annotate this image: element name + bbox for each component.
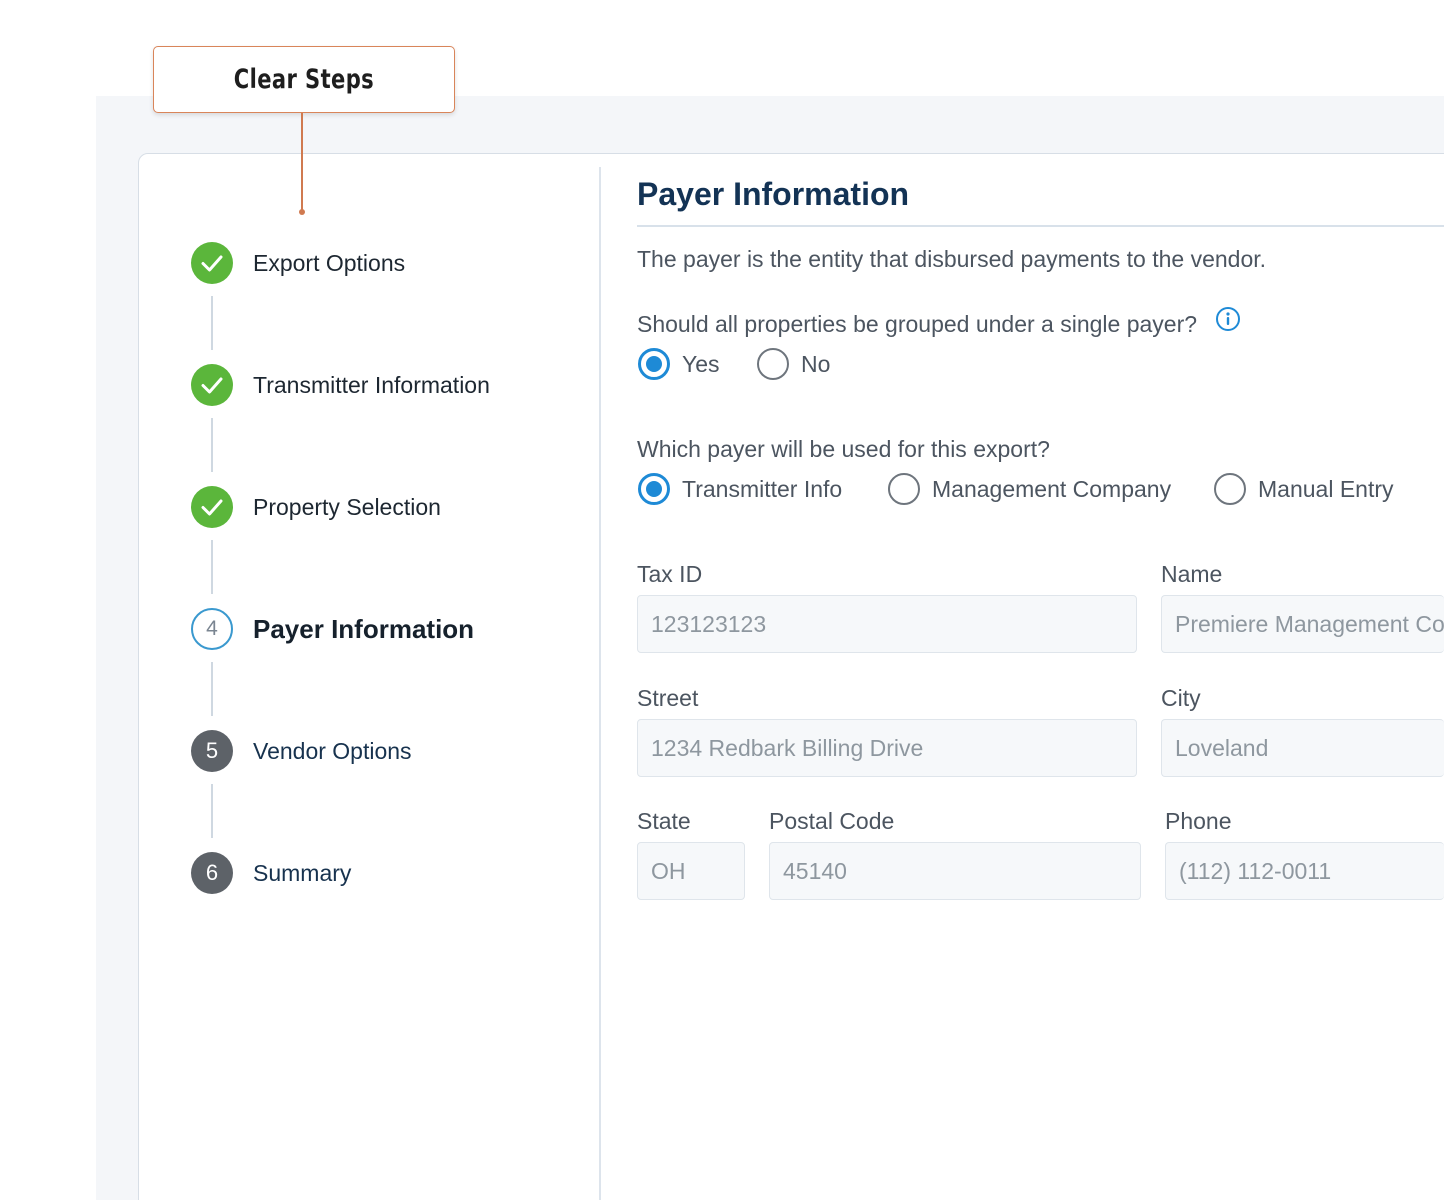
step-label: Transmitter Information bbox=[253, 371, 490, 398]
callout-anchor bbox=[299, 209, 305, 215]
radio-label: Management Company bbox=[932, 475, 1172, 502]
step-number-badge: 5 bbox=[191, 730, 233, 772]
radio-group-no[interactable]: No bbox=[757, 347, 830, 381]
name-label: Name bbox=[1161, 561, 1223, 587]
radio-transmitter-info[interactable]: Transmitter Info bbox=[638, 472, 842, 506]
radio-label: Manual Entry bbox=[1258, 475, 1394, 502]
step-connector bbox=[211, 418, 213, 472]
form-description: The payer is the entity that disbursed p… bbox=[637, 246, 1267, 272]
steps-divider bbox=[599, 167, 601, 1200]
page-title: Payer Information bbox=[637, 176, 910, 212]
street-field[interactable]: 1234 Redbark Billing Drive bbox=[637, 719, 1137, 777]
callout-connector bbox=[301, 113, 303, 211]
step-export-options[interactable]: Export Options bbox=[191, 242, 405, 284]
postal-code-field[interactable]: 45140 bbox=[769, 842, 1141, 900]
radio-label: No bbox=[801, 350, 831, 377]
step-label: Payer Information bbox=[253, 613, 475, 644]
step-label: Export Options bbox=[253, 249, 406, 276]
radio-button[interactable] bbox=[1214, 473, 1246, 505]
check-icon bbox=[191, 486, 233, 528]
state-label: State bbox=[637, 808, 691, 834]
payer-question: Which payer will be used for this export… bbox=[637, 436, 1050, 462]
step-connector bbox=[211, 662, 213, 716]
radio-management-company[interactable]: Management Company bbox=[888, 472, 1171, 506]
group-question: Should all properties be grouped under a… bbox=[637, 311, 1198, 337]
step-label: Summary bbox=[253, 859, 352, 886]
step-label: Vendor Options bbox=[253, 737, 412, 764]
callout-text: Clear Steps bbox=[233, 64, 375, 95]
phone-field[interactable]: (112) 112-0011 bbox=[1165, 842, 1444, 900]
step-vendor-options[interactable]: 5 Vendor Options bbox=[191, 730, 412, 772]
phone-label: Phone bbox=[1165, 808, 1232, 834]
radio-button[interactable] bbox=[757, 348, 789, 380]
step-connector bbox=[211, 540, 213, 594]
city-label: City bbox=[1161, 685, 1201, 711]
step-property-selection[interactable]: Property Selection bbox=[191, 486, 441, 528]
check-icon bbox=[191, 364, 233, 406]
street-label: Street bbox=[637, 685, 699, 711]
radio-button-selected[interactable] bbox=[638, 473, 670, 505]
title-divider bbox=[637, 225, 1444, 227]
city-field[interactable]: Loveland bbox=[1161, 719, 1444, 777]
step-payer-information[interactable]: 4 Payer Information bbox=[191, 608, 474, 650]
postal-code-label: Postal Code bbox=[769, 808, 895, 834]
tax-id-label: Tax ID bbox=[637, 561, 703, 587]
info-icon[interactable] bbox=[1215, 306, 1241, 332]
check-icon bbox=[191, 242, 233, 284]
step-number-badge: 6 bbox=[191, 852, 233, 894]
callout-box: Clear Steps bbox=[153, 46, 455, 113]
step-summary[interactable]: 6 Summary bbox=[191, 852, 351, 894]
radio-manual-entry[interactable]: Manual Entry bbox=[1214, 472, 1394, 506]
radio-label: Transmitter Info bbox=[682, 475, 843, 502]
state-field[interactable]: OH bbox=[637, 842, 745, 900]
radio-button[interactable] bbox=[888, 473, 920, 505]
tax-id-field[interactable]: 123123123 bbox=[637, 595, 1137, 653]
radio-button-selected[interactable] bbox=[638, 348, 670, 380]
step-connector bbox=[211, 296, 213, 350]
step-connector bbox=[211, 784, 213, 838]
radio-label: Yes bbox=[682, 350, 720, 377]
name-field[interactable]: Premiere Management Co bbox=[1161, 595, 1444, 653]
step-number-badge: 4 bbox=[191, 608, 233, 650]
step-transmitter-information[interactable]: Transmitter Information bbox=[191, 364, 490, 406]
step-label: Property Selection bbox=[253, 493, 441, 520]
radio-group-yes[interactable]: Yes bbox=[638, 347, 720, 381]
